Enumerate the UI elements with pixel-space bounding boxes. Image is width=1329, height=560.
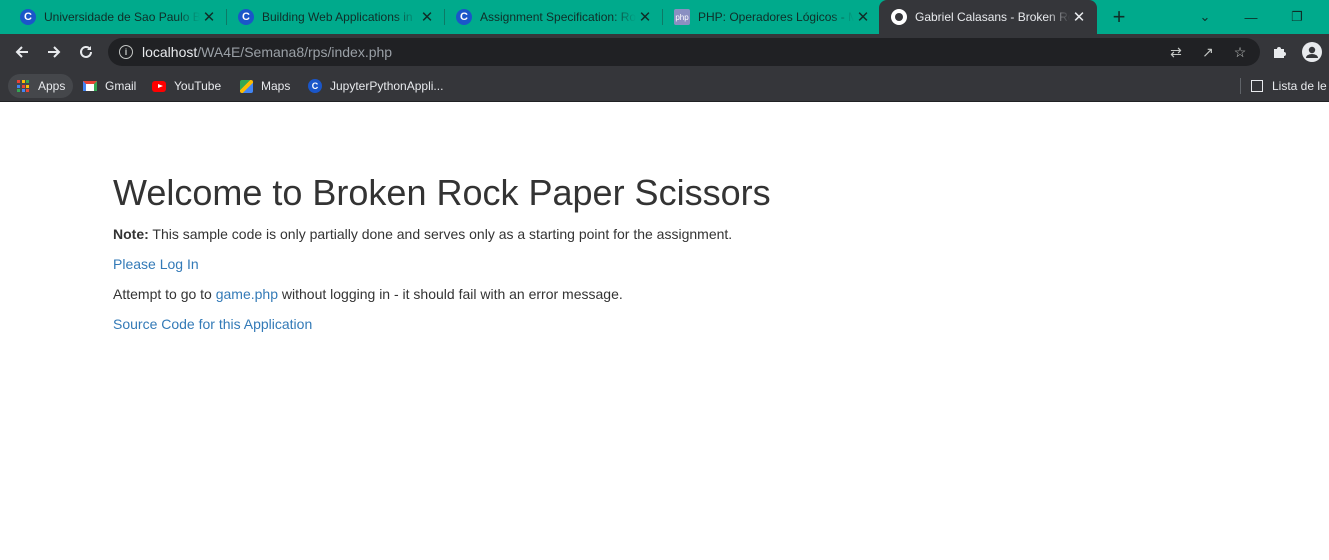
- php-favicon-icon: php: [674, 9, 690, 25]
- forward-button[interactable]: [40, 38, 68, 66]
- tab-active[interactable]: Gabriel Calasans - Broken Ro ✕: [879, 0, 1097, 34]
- reading-list-button[interactable]: Lista de le: [1240, 74, 1327, 98]
- extensions-button[interactable]: [1265, 38, 1293, 66]
- reload-icon: [80, 45, 92, 58]
- tab-2[interactable]: C Building Web Applications in ✕: [218, 0, 445, 34]
- c-favicon-icon: C: [20, 9, 36, 25]
- source-code-link[interactable]: Source Code for this Application: [113, 316, 312, 332]
- profile-button[interactable]: [1298, 38, 1326, 66]
- tab-search-button[interactable]: ⌄: [1182, 0, 1228, 34]
- attempt-suffix: without logging in - it should fail with…: [278, 286, 623, 302]
- bookmark-label: Apps: [38, 79, 66, 93]
- back-button[interactable]: [8, 38, 36, 66]
- url-text: localhost/WA4E/Semana8/rps/index.php: [142, 44, 392, 60]
- avatar-icon: [1302, 42, 1322, 62]
- bookmark-label: JupyterPythonAppli...: [330, 79, 444, 93]
- close-icon[interactable]: ✕: [1070, 8, 1088, 26]
- close-icon[interactable]: ✕: [636, 8, 654, 26]
- arrow-right-icon: [48, 46, 61, 58]
- login-link[interactable]: Please Log In: [113, 256, 199, 272]
- tab-4[interactable]: php PHP: Operadores Lógicos - M ✕: [654, 0, 881, 34]
- youtube-icon: [152, 79, 166, 93]
- bookmark-label: Gmail: [105, 79, 137, 93]
- tab-title: Gabriel Calasans - Broken Ro: [915, 10, 1070, 24]
- c-favicon-icon: C: [308, 79, 322, 93]
- tab-3[interactable]: C Assignment Specification: Ro ✕: [436, 0, 663, 34]
- bookmark-apps[interactable]: Apps: [8, 74, 74, 98]
- tab-strip: C Universidade de Sao Paulo Br ✕ C Build…: [0, 0, 1329, 34]
- globe-icon: [891, 9, 907, 25]
- reading-list-label: Lista de le: [1272, 79, 1327, 93]
- attempt-prefix: Attempt to go to: [113, 286, 216, 302]
- game-link[interactable]: game.php: [216, 286, 278, 302]
- apps-grid-icon: [16, 79, 30, 93]
- bookmarks-bar: Apps Gmail YouTube Maps C JupyterPythonA…: [0, 70, 1329, 102]
- share-icon[interactable]: ↗: [1200, 44, 1216, 60]
- bookmark-jupyter[interactable]: C JupyterPythonAppli...: [300, 74, 451, 98]
- note-paragraph: Note: This sample code is only partially…: [113, 225, 771, 243]
- translate-icon[interactable]: ⇄: [1168, 44, 1184, 60]
- new-tab-button[interactable]: +: [1107, 4, 1131, 29]
- page-viewport: Welcome to Broken Rock Paper Scissors No…: [0, 103, 1329, 560]
- address-bar[interactable]: i localhost/WA4E/Semana8/rps/index.php ⇄…: [108, 38, 1260, 66]
- url-host: localhost: [142, 44, 198, 60]
- browser-toolbar: i localhost/WA4E/Semana8/rps/index.php ⇄…: [0, 34, 1329, 70]
- close-icon[interactable]: ✕: [854, 8, 872, 26]
- tab-1[interactable]: C Universidade de Sao Paulo Br ✕: [0, 0, 227, 34]
- arrow-left-icon: [15, 46, 28, 58]
- gmail-icon: [83, 79, 97, 93]
- bookmark-label: Maps: [261, 79, 291, 93]
- info-icon[interactable]: i: [119, 45, 133, 59]
- tab-title: Building Web Applications in: [262, 10, 413, 24]
- close-icon[interactable]: ✕: [418, 8, 436, 26]
- tab-title: Assignment Specification: Ro: [480, 10, 636, 24]
- page-title: Welcome to Broken Rock Paper Scissors: [113, 172, 771, 213]
- bookmark-youtube[interactable]: YouTube: [144, 74, 229, 98]
- puzzle-icon: [1274, 47, 1286, 58]
- page-container: Welcome to Broken Rock Paper Scissors No…: [113, 173, 771, 345]
- bookmarks-divider: [1240, 78, 1241, 94]
- note-text: This sample code is only partially done …: [148, 226, 733, 242]
- close-icon[interactable]: ✕: [200, 8, 218, 26]
- minimize-button[interactable]: —: [1228, 0, 1274, 34]
- source-paragraph: Source Code for this Application: [113, 315, 771, 333]
- c-favicon-icon: C: [456, 9, 472, 25]
- c-favicon-icon: C: [238, 9, 254, 25]
- note-label: Note:: [113, 226, 149, 242]
- maps-icon: [239, 79, 253, 93]
- reading-list-icon: [1251, 80, 1263, 92]
- bookmark-star-icon[interactable]: ☆: [1232, 44, 1248, 60]
- tab-title: Universidade de Sao Paulo Br: [44, 10, 200, 24]
- bookmark-gmail[interactable]: Gmail: [75, 74, 144, 98]
- login-paragraph: Please Log In: [113, 255, 771, 273]
- bookmark-maps[interactable]: Maps: [231, 74, 298, 98]
- restore-button[interactable]: ❐: [1274, 0, 1320, 34]
- url-path: /WA4E/Semana8/rps/index.php: [197, 44, 393, 60]
- tab-title: PHP: Operadores Lógicos - M: [698, 10, 854, 24]
- reload-button[interactable]: [72, 38, 100, 66]
- attempt-paragraph: Attempt to go to game.php without loggin…: [113, 285, 771, 303]
- bookmark-label: YouTube: [174, 79, 222, 93]
